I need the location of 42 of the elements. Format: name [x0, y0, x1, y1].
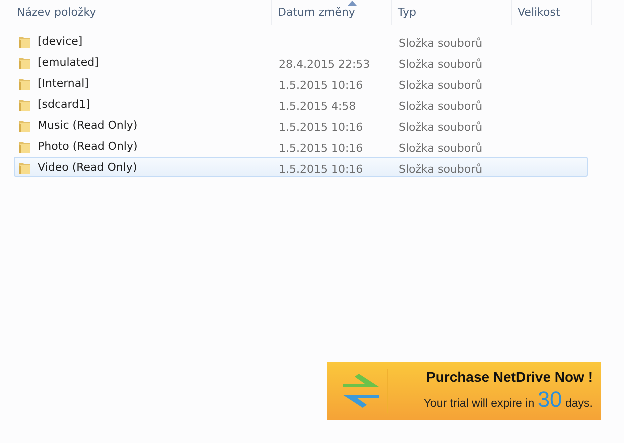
modified-date: 1.5.2015 10:16 — [278, 163, 364, 176]
folder-icon — [18, 118, 32, 132]
file-name: [device] — [38, 35, 83, 48]
modified-date: 1.5.2015 10:16 — [278, 142, 364, 155]
folder-icon — [18, 160, 32, 174]
modified-date: 1.5.2015 10:16 — [278, 79, 364, 92]
folder-row[interactable]: [Internal] 1.5.2015 10:16 Složka souborů — [14, 73, 588, 93]
file-type: Složka souborů — [398, 163, 483, 176]
modified-date: 1.5.2015 10:16 — [278, 121, 364, 134]
file-name: Video (Read Only) — [38, 161, 138, 174]
file-name: Photo (Read Only) — [38, 140, 138, 153]
folder-row[interactable]: Video (Read Only) 1.5.2015 10:16 Složka souborů — [14, 157, 588, 177]
folder-row[interactable]: Music (Read Only) 1.5.2015 10:16 Složka souborů — [14, 115, 588, 135]
banner-title: Purchase NetDrive Now ! — [426, 369, 593, 385]
column-header[interactable]: Velikost — [518, 6, 560, 19]
folder-row[interactable]: [sdcard1] 1.5.2015 4:58 Složka souborů — [14, 94, 588, 114]
trial-notice: Your trial will expire in 30 days. — [424, 387, 593, 413]
file-type: Složka souborů — [398, 37, 483, 50]
file-type: Složka souborů — [398, 79, 483, 92]
column-header[interactable]: Název položky — [17, 6, 96, 19]
file-name: [Internal] — [38, 77, 89, 90]
file-type: Složka souborů — [398, 58, 483, 71]
folder-icon — [18, 76, 32, 90]
column-header[interactable]: Typ — [398, 6, 416, 19]
folder-row[interactable]: [emulated] 28.4.2015 22:53 Složka souborů — [14, 52, 588, 72]
folder-icon — [18, 140, 32, 154]
modified-date: 1.5.2015 4:58 — [278, 100, 356, 113]
file-name: [sdcard1] — [38, 98, 90, 111]
column-header[interactable]: Datum změny — [278, 6, 356, 19]
purchase-banner[interactable]: Purchase NetDrive Now ! Your trial will expire in 30 days. — [327, 362, 601, 420]
folder-icon — [18, 56, 32, 70]
modified-date: 28.4.2015 22:53 — [278, 58, 370, 71]
folder-row[interactable]: [device] Složka souborů — [14, 31, 588, 51]
folder-row[interactable]: Photo (Read Only) 1.5.2015 10:16 Složka souborů — [14, 136, 588, 156]
file-type: Složka souborů — [398, 100, 483, 113]
file-type: Složka souborů — [398, 142, 483, 155]
file-name: Music (Read Only) — [38, 119, 138, 132]
sync-arrows-icon — [341, 372, 381, 410]
file-name: [emulated] — [38, 56, 99, 69]
folder-icon — [18, 34, 32, 48]
file-type: Složka souborů — [398, 121, 483, 134]
folder-icon — [18, 98, 32, 112]
